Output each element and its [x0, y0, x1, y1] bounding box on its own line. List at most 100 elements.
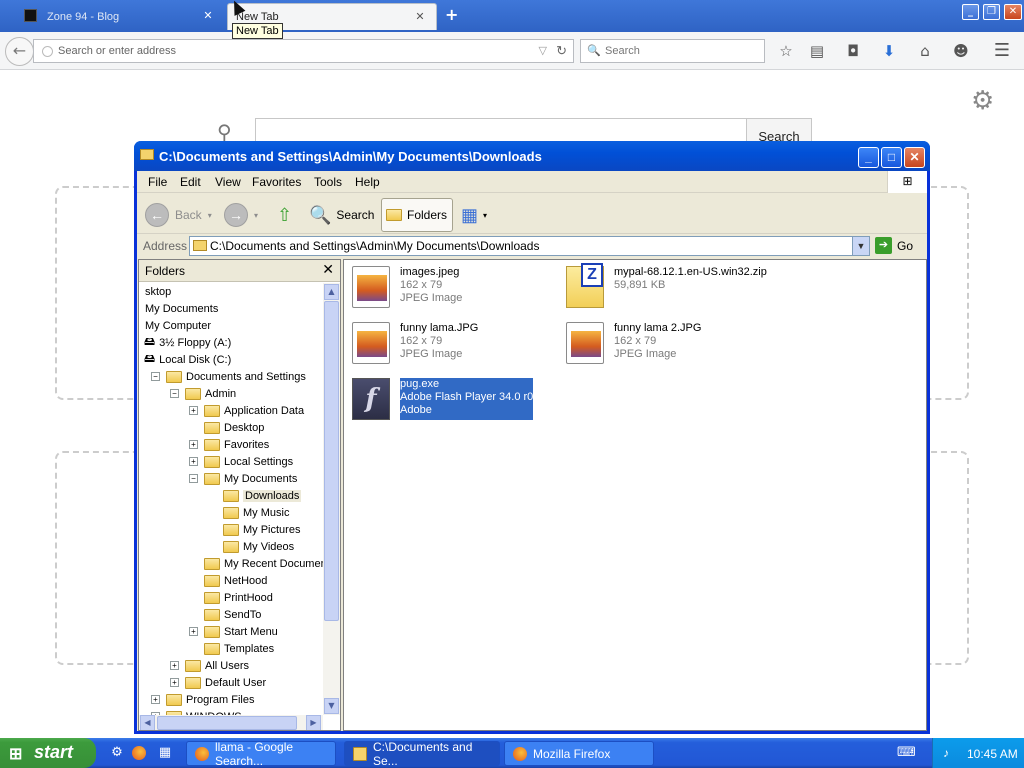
tree-node[interactable]: PrintHood: [189, 589, 273, 606]
expand-icon[interactable]: +: [189, 627, 198, 636]
close-tab-icon[interactable]: ✕: [413, 10, 427, 24]
tree-node[interactable]: My Music: [208, 504, 289, 521]
tree-node[interactable]: − Admin: [170, 385, 236, 402]
expand-icon[interactable]: +: [170, 678, 179, 687]
minimize-button[interactable]: _: [858, 147, 879, 168]
back-dropdown-icon[interactable]: ▾: [208, 211, 212, 220]
tree-node[interactable]: Templates: [189, 640, 274, 657]
tree-node[interactable]: My Pictures: [208, 521, 300, 538]
scroll-left-icon[interactable]: ◀: [140, 715, 155, 730]
url-history-dropdown-icon[interactable]: ▽: [539, 44, 547, 57]
menu-view[interactable]: View: [215, 175, 241, 189]
collapse-icon[interactable]: −: [151, 372, 160, 381]
tree-node[interactable]: My Computer: [145, 317, 211, 334]
back-icon[interactable]: ←: [5, 37, 34, 66]
tree-node[interactable]: sktop: [145, 283, 171, 300]
tree-node[interactable]: + Program Files: [151, 691, 254, 708]
address-dropdown-icon[interactable]: ▼: [852, 237, 869, 255]
tree-node[interactable]: Downloads: [208, 487, 302, 504]
tree-node[interactable]: + Default User: [170, 674, 266, 691]
tree-node[interactable]: +WINDOWS: [151, 708, 242, 715]
tree-node[interactable]: + Start Menu: [189, 623, 278, 640]
tree-node[interactable]: Desktop: [189, 419, 264, 436]
gear-icon[interactable]: ⚙: [971, 86, 994, 116]
explorer-title-bar[interactable]: C:\Documents and Settings\Admin\My Docum…: [134, 141, 930, 171]
minimize-window-button[interactable]: _: [962, 4, 979, 20]
show-desktop-icon[interactable]: ⚙: [108, 744, 126, 762]
go-button[interactable]: ➔ Go: [875, 237, 913, 254]
search-bar[interactable]: 🔍 Search: [580, 39, 765, 63]
expand-icon[interactable]: +: [170, 661, 179, 670]
tree-node[interactable]: + Application Data: [189, 402, 304, 419]
restore-window-button[interactable]: ❐: [983, 4, 1000, 20]
back-button[interactable]: ← Back ▾: [145, 198, 212, 232]
firefox-quicklaunch-icon[interactable]: [132, 746, 146, 760]
menu-help[interactable]: Help: [355, 175, 380, 189]
expand-icon[interactable]: +: [189, 406, 198, 415]
hello-icon[interactable]: ☻: [950, 40, 972, 62]
close-button[interactable]: ✕: [904, 147, 925, 168]
tree-node[interactable]: 🖴 Local Disk (C:): [144, 351, 231, 368]
expand-icon[interactable]: +: [189, 457, 198, 466]
tree-node[interactable]: SendTo: [189, 606, 261, 623]
tree-node[interactable]: + All Users: [170, 657, 249, 674]
menu-favorites[interactable]: Favorites: [252, 175, 301, 189]
taskbar-button[interactable]: llama - Google Search...: [186, 740, 336, 768]
views-button[interactable]: ▦ ▾: [461, 198, 487, 232]
maximize-button[interactable]: □: [881, 147, 902, 168]
reading-list-icon[interactable]: ▤: [806, 40, 828, 62]
download-icon[interactable]: ⬇: [878, 40, 900, 62]
new-tab-icon[interactable]: +: [445, 7, 458, 23]
tree-node[interactable]: My Recent Documents: [189, 555, 323, 572]
tree-node[interactable]: My Videos: [208, 538, 294, 555]
collapse-icon[interactable]: −: [170, 389, 179, 398]
scroll-thumb[interactable]: [157, 716, 297, 730]
close-pane-icon[interactable]: ✕: [322, 261, 334, 278]
url-bar[interactable]: Search or enter address ▽ ↻: [33, 39, 574, 63]
tree-node[interactable]: 🖴 3½ Floppy (A:): [144, 334, 231, 351]
tree-node[interactable]: NetHood: [189, 572, 267, 589]
close-tab-icon[interactable]: ✕: [201, 9, 215, 23]
taskbar-button[interactable]: C:\Documents and Se...: [344, 740, 500, 768]
address-input[interactable]: C:\Documents and Settings\Admin\My Docum…: [189, 236, 870, 256]
search-button[interactable]: 🔍 Search: [309, 198, 374, 232]
scroll-right-icon[interactable]: ▶: [306, 715, 321, 730]
folders-button[interactable]: Folders: [381, 198, 453, 232]
scroll-thumb[interactable]: [324, 301, 339, 621]
taskbar-button[interactable]: Mozilla Firefox: [504, 741, 654, 766]
file-item[interactable]: funny lama.JPG 162 x 79 JPEG Image: [352, 322, 478, 364]
forward-dropdown-icon[interactable]: ▾: [254, 211, 258, 220]
tree-node[interactable]: My Documents: [145, 300, 218, 317]
tab-zone94-blog[interactable]: Zone 94 - Blog ✕: [4, 3, 224, 30]
pocket-icon[interactable]: ◘: [842, 40, 864, 62]
expand-icon[interactable]: +: [151, 695, 160, 704]
keyboard-icon[interactable]: ⌨: [897, 745, 916, 760]
scroll-up-icon[interactable]: ▲: [324, 284, 339, 300]
expand-icon[interactable]: +: [189, 440, 198, 449]
up-folder-button[interactable]: ⇧: [277, 198, 297, 232]
file-item[interactable]: Zmypal-68.12.1.en-US.win32.zip 59,891 KB: [566, 263, 767, 308]
tree-node[interactable]: + Favorites: [189, 436, 269, 453]
home-icon[interactable]: ⌂: [914, 40, 936, 62]
forward-button[interactable]: → ▾: [224, 198, 258, 232]
media-quicklaunch-icon[interactable]: ▦: [156, 744, 174, 762]
file-item[interactable]: f pug.exe Adobe Flash Player 34.0 r0 Adobe: [352, 378, 534, 420]
bookmark-star-icon[interactable]: ☆: [775, 40, 797, 62]
volume-icon[interactable]: ♪: [943, 746, 949, 760]
menu-tools[interactable]: Tools: [314, 175, 342, 189]
start-button[interactable]: ⊞ start: [0, 738, 96, 768]
file-item[interactable]: funny lama 2.JPG 162 x 79 JPEG Image: [566, 322, 701, 364]
tree-node[interactable]: − My Documents: [189, 470, 297, 487]
tree-node[interactable]: + Local Settings: [189, 453, 293, 470]
reload-icon[interactable]: ↻: [556, 43, 567, 59]
file-item[interactable]: images.jpeg 162 x 79 JPEG Image: [352, 266, 462, 308]
menu-file[interactable]: File: [148, 175, 167, 189]
views-dropdown-icon[interactable]: ▾: [483, 211, 487, 220]
tree-horizontal-scrollbar[interactable]: ◀ ▶: [139, 715, 323, 730]
menu-icon[interactable]: ☰: [991, 40, 1013, 62]
collapse-icon[interactable]: −: [189, 474, 198, 483]
tree-node[interactable]: − Documents and Settings: [151, 368, 306, 385]
close-window-button[interactable]: ✕: [1004, 4, 1022, 20]
scroll-down-icon[interactable]: ▼: [324, 698, 339, 714]
tree-vertical-scrollbar[interactable]: ▲ ▼: [323, 283, 340, 715]
